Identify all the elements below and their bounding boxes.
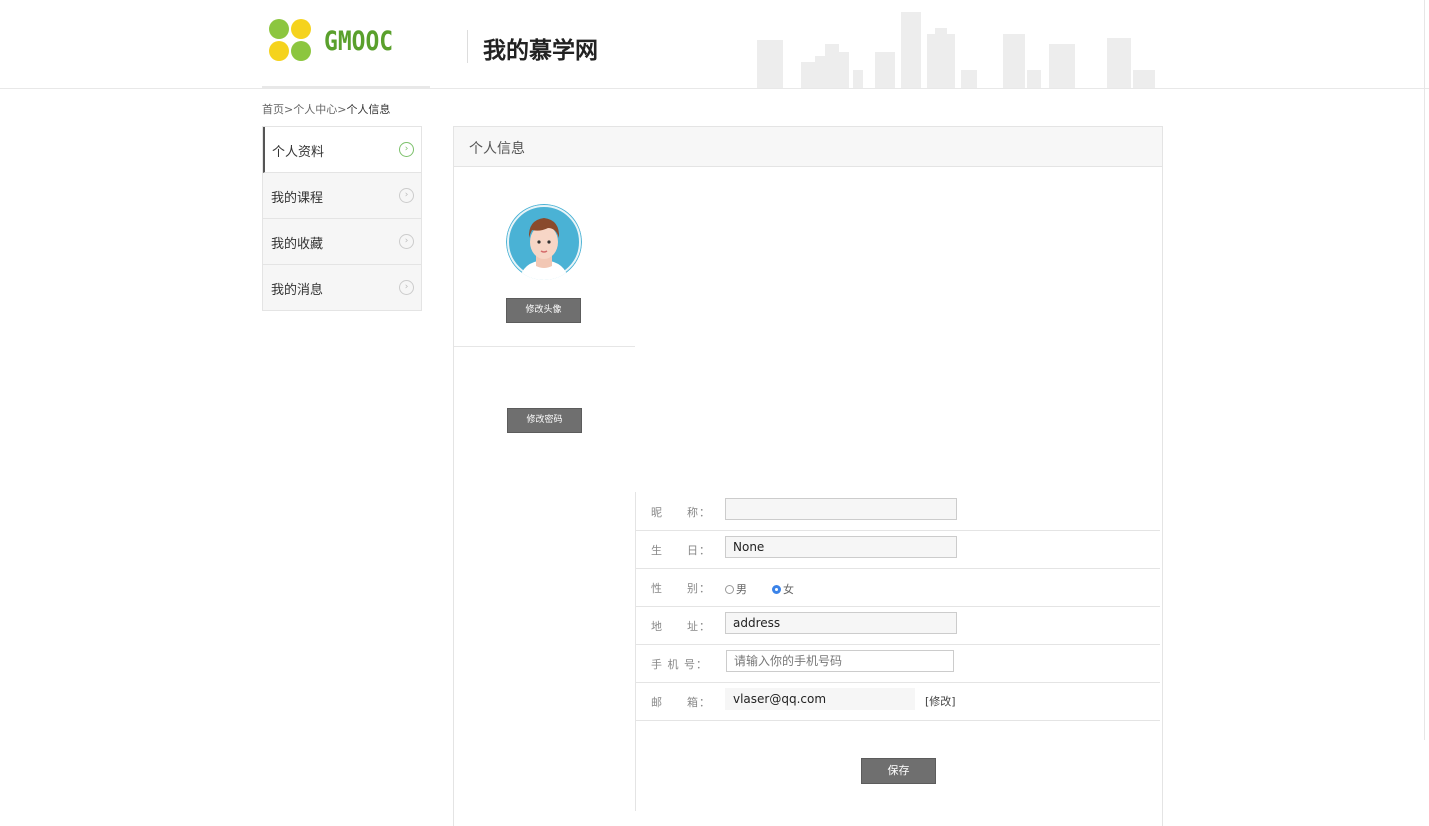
- chevron-right-icon: ›: [399, 142, 414, 157]
- form-row-address: 地 址： address: [636, 606, 1160, 645]
- header-underline: [262, 86, 430, 88]
- birthday-label: 生 日：: [651, 544, 711, 557]
- change-password-button[interactable]: 修改密码: [507, 408, 582, 433]
- sidebar-item-profile[interactable]: 个人资料 ›: [263, 127, 421, 173]
- panel-title: 个人信息: [469, 141, 525, 157]
- page-right-border: [1424, 0, 1425, 740]
- logo-text[interactable]: GMOOC: [324, 26, 393, 57]
- chevron-right-icon: ›: [399, 280, 414, 295]
- gender-radio-male[interactable]: 男: [725, 581, 747, 597]
- breadcrumb-home[interactable]: 首页: [262, 103, 284, 116]
- address-label: 地 址：: [651, 620, 711, 633]
- radio-unchecked-icon: [725, 585, 734, 594]
- sidebar-item-label: 我的消息: [271, 283, 324, 298]
- gender-option-label: 男: [736, 583, 747, 596]
- skyline-decoration: [757, 12, 1155, 88]
- breadcrumb-center[interactable]: 个人中心: [293, 103, 337, 116]
- radio-checked-icon: [772, 585, 781, 594]
- email-field: vlaser@qq.com: [725, 688, 915, 710]
- left-column-divider: [454, 346, 635, 347]
- breadcrumb-separator: >: [284, 103, 294, 116]
- sidebar: 个人资料 › 我的课程 › 我的收藏 › 我的消息 ›: [262, 126, 422, 311]
- form-row-email: 邮 箱： vlaser@qq.com [修改]: [636, 682, 1160, 721]
- header-divider: [467, 30, 468, 63]
- breadcrumb: 首页>个人中心>个人信息: [262, 101, 390, 117]
- change-avatar-button[interactable]: 修改头像: [506, 298, 581, 323]
- nickname-label: 昵 称：: [651, 506, 711, 519]
- nickname-input[interactable]: [725, 498, 957, 520]
- form-row-birthday: 生 日： None: [636, 530, 1160, 569]
- site-title: 我的慕学网: [483, 38, 598, 64]
- gender-option-label: 女: [783, 583, 794, 596]
- avatar[interactable]: [506, 204, 582, 280]
- sidebar-item-label: 我的收藏: [271, 237, 324, 252]
- chevron-right-icon: ›: [399, 188, 414, 203]
- sidebar-item-favorites[interactable]: 我的收藏 ›: [263, 219, 421, 265]
- save-button[interactable]: 保存: [861, 758, 936, 784]
- email-label: 邮 箱：: [651, 696, 711, 709]
- site-header: GMOOC 我的慕学网: [0, 0, 1429, 89]
- form-row-nickname: 昵 称：: [636, 492, 1160, 531]
- form-row-gender: 性 别： 男 女: [636, 568, 1160, 607]
- form-row-mobile: 手 机 号： 请输入你的手机号码: [636, 644, 1160, 683]
- gender-label: 性 别：: [651, 582, 711, 595]
- breadcrumb-current: 个人信息: [346, 103, 391, 116]
- mobile-input[interactable]: 请输入你的手机号码: [726, 650, 954, 672]
- birthday-input[interactable]: None: [725, 536, 957, 558]
- address-input[interactable]: address: [725, 612, 957, 634]
- sidebar-item-messages[interactable]: 我的消息 ›: [263, 265, 421, 310]
- modify-email-link[interactable]: [修改]: [925, 693, 956, 709]
- panel-header: 个人信息: [454, 126, 1162, 167]
- sidebar-item-label: 我的课程: [271, 191, 324, 206]
- sidebar-item-label: 个人资料: [272, 145, 325, 160]
- sidebar-item-courses[interactable]: 我的课程 ›: [263, 173, 421, 219]
- chevron-right-icon: ›: [399, 234, 414, 249]
- gender-radio-female[interactable]: 女: [772, 581, 794, 597]
- mobile-label: 手 机 号：: [651, 658, 708, 671]
